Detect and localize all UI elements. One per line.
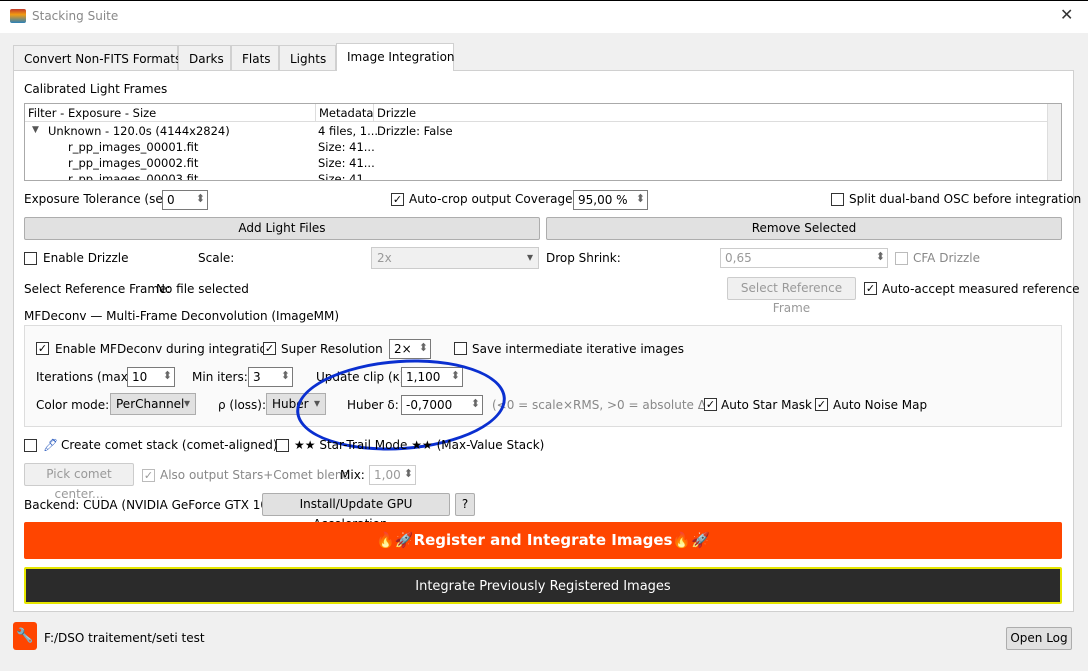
tree-group-drizzle: Drizzle: False [377, 124, 453, 138]
color-mode-dropdown[interactable]: PerChannel [110, 393, 196, 415]
scale-dropdown[interactable]: 2x [371, 247, 539, 269]
light-frames-tree[interactable]: Filter - Exposure - Size Metadata Drizzl… [24, 103, 1062, 181]
tree-group-name[interactable]: Unknown - 120.0s (4144x2824) [48, 124, 230, 138]
tree-file-meta: Size: 41... [318, 172, 375, 181]
iterations-label: Iterations (max): [36, 370, 137, 384]
comet-stack-label: Create comet stack (comet-aligned) [61, 438, 278, 452]
tab-darks[interactable]: Darks [178, 45, 231, 71]
auto-accept-checkbox[interactable]: ✓ [864, 282, 877, 295]
tree-group-meta: 4 files, 1... [318, 124, 379, 138]
open-log-button[interactable]: Open Log [1006, 627, 1072, 650]
split-dual-band-checkbox[interactable] [831, 193, 844, 206]
also-output-label: Also output Stars+Comet blend [160, 468, 351, 482]
register-integrate-button[interactable]: 🔥🚀Register and Integrate Images🔥🚀 [24, 522, 1062, 559]
iterations-spinbox[interactable]: 10 [127, 367, 175, 387]
huber-delta-hint: (<0 = scale×RMS, >0 = absolute Δ) [492, 398, 711, 412]
tab-convert[interactable]: Convert Non-FITS Formats [13, 45, 181, 71]
coverage-spinbox[interactable]: 95,00 % [573, 190, 648, 210]
mix-label: Mix: [340, 468, 365, 482]
coverage-label: Coverage: [515, 192, 577, 206]
add-light-files-button[interactable]: Add Light Files [24, 217, 540, 240]
save-intermediate-checkbox[interactable] [454, 342, 467, 355]
tree-scrollbar[interactable] [1047, 104, 1061, 180]
super-resolution-label: Super Resolution [281, 342, 383, 356]
col-header-filter[interactable]: Filter - Exposure - Size [25, 104, 316, 122]
enable-drizzle-checkbox[interactable] [24, 252, 37, 265]
status-path: F:/DSO traitement/seti test [44, 631, 205, 645]
star-trail-label: ★★ Star-Trail Mode ★★ (Max-Value Stack) [294, 438, 545, 452]
tab-flats[interactable]: Flats [231, 45, 279, 71]
reference-frame-label: Select Reference Frame: [24, 282, 171, 296]
scale-label: Scale: [198, 251, 235, 265]
rho-loss-label: ρ (loss): [218, 398, 267, 412]
title-bar [0, 0, 1088, 33]
remove-selected-button[interactable]: Remove Selected [546, 217, 1062, 240]
exposure-tolerance-spinbox[interactable]: 0 [162, 190, 208, 210]
cfa-drizzle-checkbox[interactable] [895, 252, 908, 265]
enable-mfdeconv-checkbox[interactable]: ✓ [36, 342, 49, 355]
tree-file[interactable]: r_pp_images_00003.fit [68, 172, 198, 180]
exposure-tolerance-label: Exposure Tolerance (sec): [24, 192, 179, 206]
tab-image-integration[interactable]: Image Integration [336, 43, 455, 71]
star-trail-checkbox[interactable] [276, 439, 289, 452]
backend-label: Backend: CUDA (NVIDIA GeForce GTX 1050) [24, 498, 289, 512]
tree-file[interactable]: r_pp_images_00001.fit [68, 140, 198, 154]
super-resolution-spinbox[interactable]: 2× [389, 339, 431, 359]
expand-arrow-icon[interactable]: ▼ [32, 125, 39, 135]
comet-icon: 🖊 [43, 438, 59, 452]
tree-file[interactable]: r_pp_images_00002.fit [68, 156, 198, 170]
col-header-metadata[interactable]: Metadata [316, 104, 374, 122]
integrate-registered-button[interactable]: Integrate Previously Registered Images [24, 567, 1062, 604]
auto-noise-map-checkbox[interactable]: ✓ [815, 398, 828, 411]
auto-star-mask-label: Auto Star Mask [721, 398, 813, 412]
cfa-drizzle-label: CFA Drizzle [913, 251, 981, 265]
wrench-icon[interactable]: 🔧 [13, 622, 37, 650]
split-dual-band-label: Split dual-band OSC before integration [849, 192, 1082, 206]
drop-shrink-label: Drop Shrink: [546, 251, 621, 265]
section-title: Calibrated Light Frames [24, 82, 168, 96]
enable-mfdeconv-label: Enable MFDeconv during integration [55, 342, 275, 356]
tree-file-meta: Size: 41... [318, 140, 375, 154]
auto-crop-label: Auto-crop output [409, 192, 512, 206]
color-mode-label: Color mode: [36, 398, 110, 412]
comet-stack-checkbox[interactable] [24, 439, 37, 452]
select-reference-frame-button[interactable]: Select Reference Frame [727, 277, 856, 315]
auto-noise-map-label: Auto Noise Map [833, 398, 928, 412]
mix-spinbox[interactable]: 1,00 [369, 465, 416, 485]
mfdeconv-title: MFDeconv — Multi-Frame Deconvolution (Im… [24, 309, 340, 323]
close-button[interactable]: ✕ [1060, 5, 1073, 24]
also-output-checkbox[interactable]: ✓ [142, 469, 155, 482]
min-iters-spinbox[interactable]: 3 [248, 367, 293, 387]
super-resolution-checkbox[interactable]: ✓ [263, 342, 276, 355]
reference-frame-value: No file selected [156, 282, 249, 296]
app-icon [10, 9, 26, 23]
auto-star-mask-checkbox[interactable]: ✓ [704, 398, 717, 411]
tree-file-meta: Size: 41... [318, 156, 375, 170]
enable-drizzle-label: Enable Drizzle [43, 251, 129, 265]
col-header-drizzle[interactable]: Drizzle [374, 104, 1048, 122]
tab-lights[interactable]: Lights [279, 45, 336, 71]
window-title: Stacking Suite [32, 9, 119, 23]
pick-comet-center-button[interactable]: Pick comet center... [24, 463, 134, 501]
min-iters-label: Min iters: [192, 370, 248, 384]
help-button[interactable]: ? [455, 493, 475, 516]
auto-accept-label: Auto-accept measured reference [882, 282, 1080, 296]
auto-crop-checkbox[interactable]: ✓ [391, 193, 404, 206]
install-gpu-button[interactable]: Install/Update GPU Acceleration... [262, 493, 450, 531]
save-intermediate-label: Save intermediate iterative images [472, 342, 684, 356]
drop-shrink-spinbox[interactable]: 0,65 [720, 248, 888, 268]
